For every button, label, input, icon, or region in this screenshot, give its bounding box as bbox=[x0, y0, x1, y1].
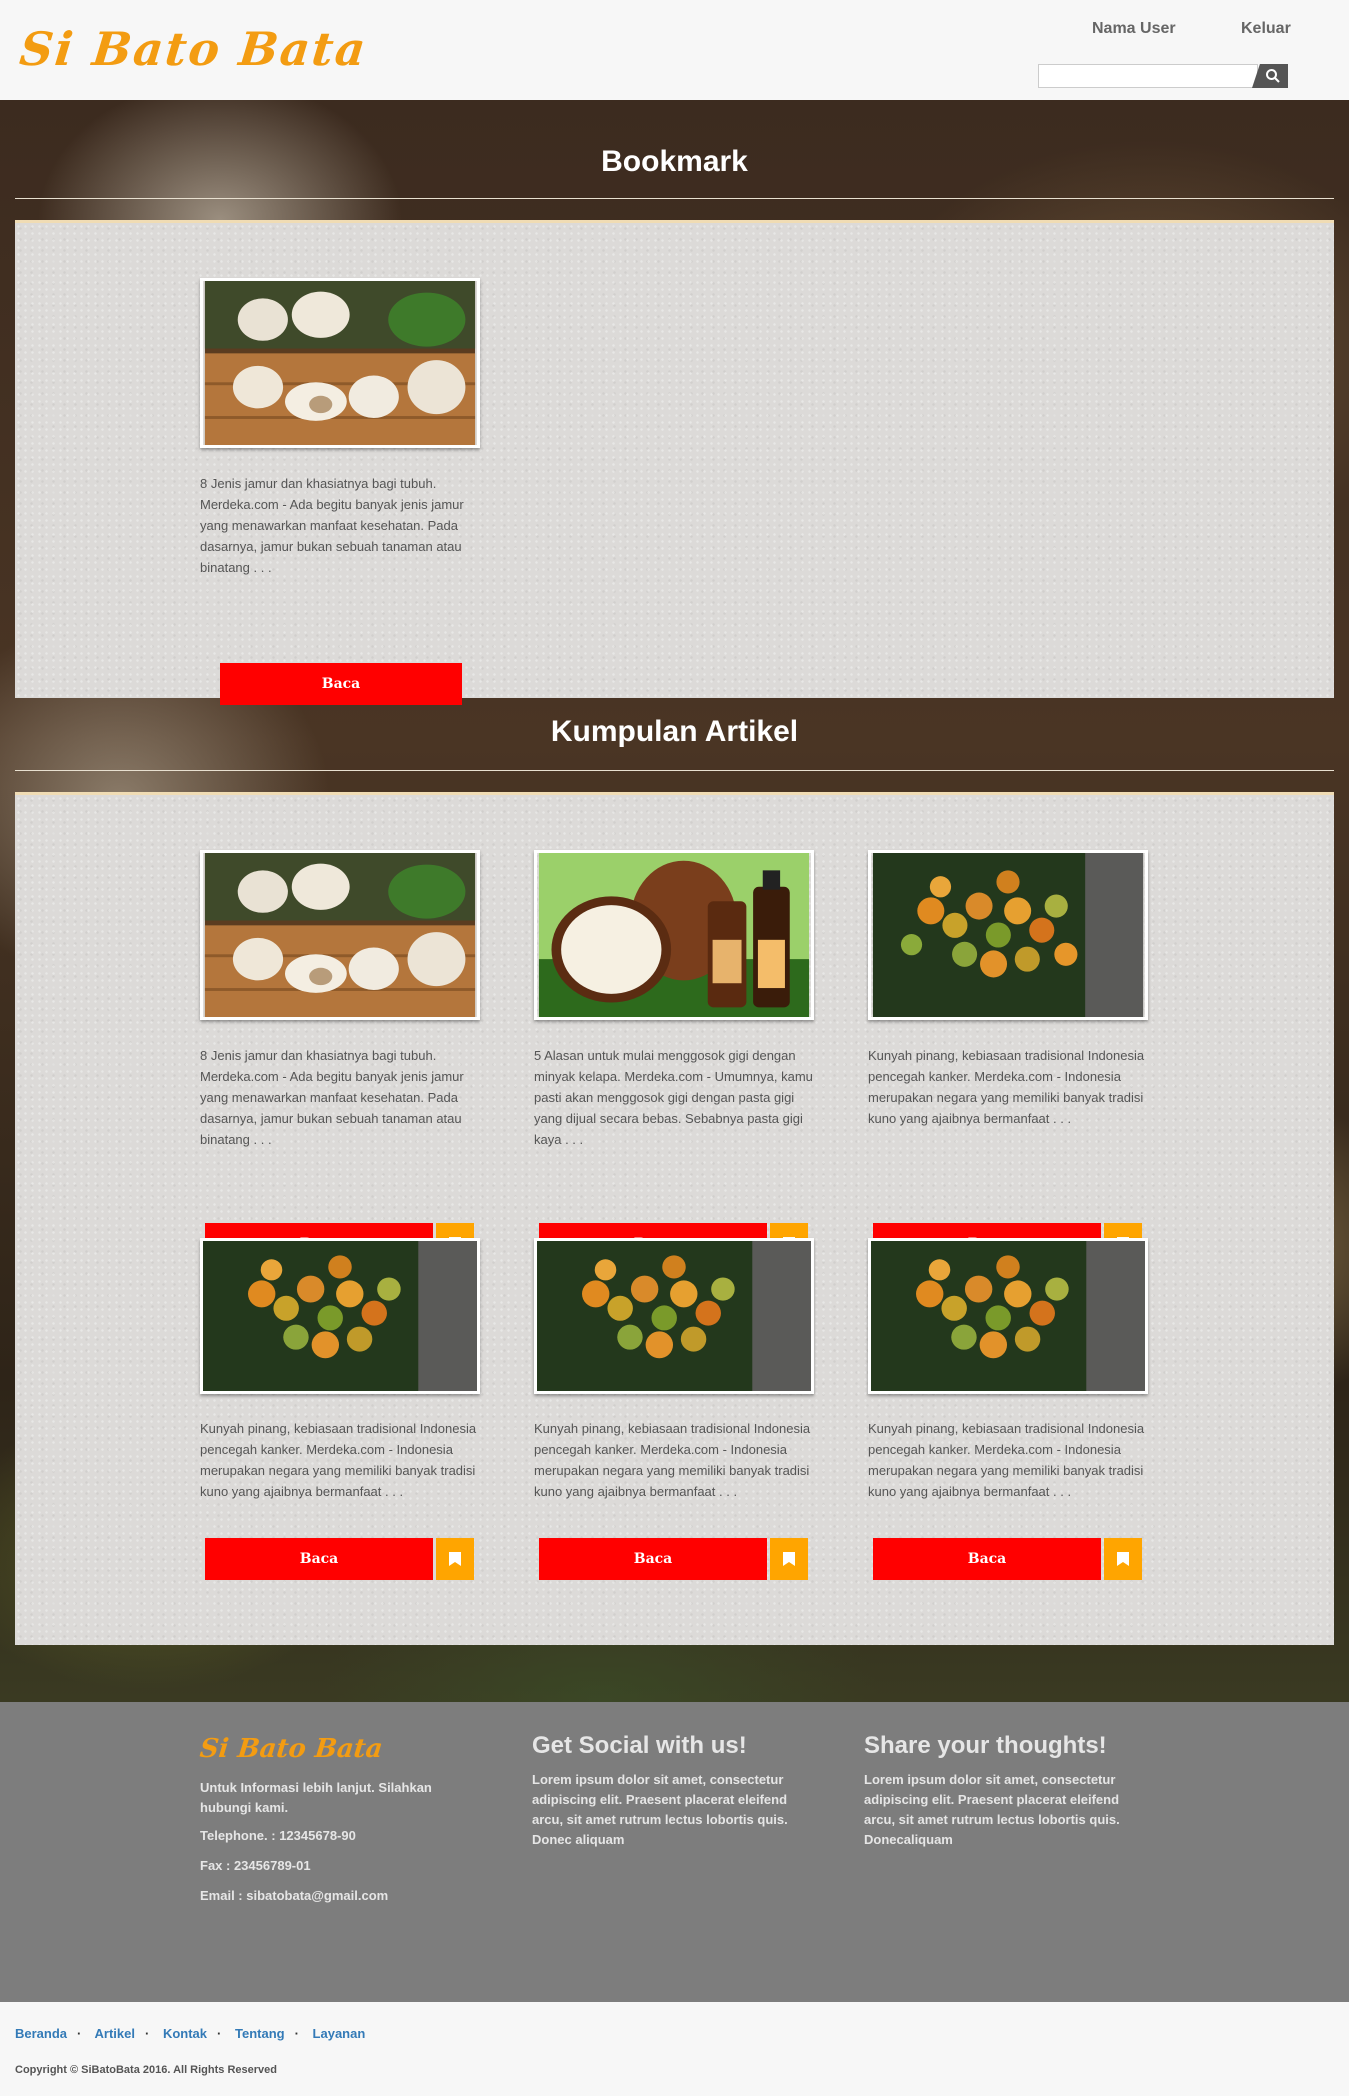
bookmark-icon bbox=[783, 1552, 795, 1566]
bookmark-button[interactable] bbox=[1104, 1538, 1142, 1580]
article-text: Kunyah pinang, kebiasaan tradisional Ind… bbox=[868, 1421, 1145, 1499]
mushrooms-image bbox=[204, 853, 476, 1017]
article-text: Kunyah pinang, kebiasaan tradisional Ind… bbox=[200, 1421, 477, 1499]
bookmark-button[interactable] bbox=[436, 1538, 474, 1580]
footer: Si Bato Bata Untuk Informasi lebih lanju… bbox=[0, 1702, 1349, 2002]
nav-link-tentang[interactable]: Tentang bbox=[235, 2026, 285, 2041]
read-button[interactable]: Baca bbox=[220, 663, 462, 705]
article-image-coconut-oil[interactable] bbox=[534, 850, 814, 1020]
read-button[interactable]: Baca bbox=[205, 1538, 433, 1580]
separator: · bbox=[144, 2026, 150, 2041]
social-title: Get Social with us! bbox=[532, 1732, 747, 1759]
separator: · bbox=[294, 2026, 299, 2041]
footer-email: Email : sibatobata@gmail.com bbox=[200, 1888, 389, 1903]
nav-link-layanan[interactable]: Layanan bbox=[313, 2026, 366, 2041]
search-input[interactable] bbox=[1038, 64, 1258, 88]
nav-link-artikel[interactable]: Artikel bbox=[95, 2026, 135, 2041]
footer-telephone: Telephone. : 12345678-90 bbox=[200, 1828, 356, 1843]
areca-nut-image bbox=[871, 1241, 1145, 1391]
article-image-areca-nut[interactable] bbox=[868, 1238, 1148, 1394]
share-title: Share your thoughts! bbox=[864, 1732, 1107, 1759]
article-image-areca-nut[interactable] bbox=[868, 850, 1148, 1020]
bookmark-card-text: 8 Jenis jamur dan khasiatnya bagi tubuh.… bbox=[200, 476, 464, 575]
footer-fax: Fax : 23456789-01 bbox=[200, 1858, 311, 1873]
article-image-mushrooms[interactable] bbox=[200, 278, 480, 448]
separator: · bbox=[217, 2026, 222, 2041]
article-text: Kunyah pinang, kebiasaan tradisional Ind… bbox=[868, 1048, 1145, 1126]
nav-link-kontak[interactable]: Kontak bbox=[163, 2026, 207, 2041]
article-text: Kunyah pinang, kebiasaan tradisional Ind… bbox=[534, 1421, 811, 1499]
site-logo[interactable]: Si Bato Bata bbox=[17, 22, 370, 76]
article-image-areca-nut[interactable] bbox=[534, 1238, 814, 1394]
read-button[interactable]: Baca bbox=[873, 1538, 1101, 1580]
nav-link-beranda[interactable]: Beranda bbox=[15, 2026, 67, 2041]
section-divider bbox=[15, 198, 1334, 199]
bookmark-panel: 8 Jenis jamur dan khasiatnya bagi tubuh.… bbox=[15, 220, 1334, 705]
search-bar bbox=[1038, 64, 1288, 88]
bookmark-icon bbox=[449, 1552, 461, 1566]
bottom-nav: Beranda · Artikel · Kontak · Tentang · Layan… bbox=[15, 2026, 375, 2041]
search-icon bbox=[1266, 69, 1280, 83]
bookmark-button[interactable] bbox=[770, 1538, 808, 1580]
article-image-areca-nut[interactable] bbox=[200, 1238, 480, 1394]
section-divider bbox=[15, 770, 1334, 771]
bookmark-title: Bookmark bbox=[601, 145, 748, 178]
bottom-bar: Beranda · Artikel · Kontak · Tentang · Layan… bbox=[0, 2002, 1349, 2096]
footer-info: Untuk Informasi lebih lanjut. Silahkan h… bbox=[200, 1780, 432, 1815]
coconut-oil-image bbox=[538, 853, 810, 1017]
areca-nut-image bbox=[203, 1241, 477, 1391]
articles-panel: 8 Jenis jamur dan khasiatnya bagi tubuh.… bbox=[15, 792, 1334, 1645]
separator: · bbox=[77, 2026, 82, 2041]
share-text: Lorem ipsum dolor sit amet, consectetur … bbox=[864, 1772, 1120, 1847]
nav-user-link[interactable]: Nama User bbox=[1092, 20, 1176, 38]
mushrooms-image bbox=[204, 281, 476, 445]
copyright: Copyright © SiBatoBata 2016. All Rights … bbox=[15, 2064, 277, 2076]
bookmark-icon bbox=[1117, 1552, 1129, 1566]
social-text: Lorem ipsum dolor sit amet, consectetur … bbox=[532, 1772, 788, 1847]
areca-nut-image bbox=[537, 1241, 811, 1391]
header: Si Bato Bata Nama User Keluar bbox=[0, 0, 1349, 100]
article-text: 8 Jenis jamur dan khasiatnya bagi tubuh.… bbox=[200, 1048, 464, 1147]
article-text: 5 Alasan untuk mulai menggosok gigi deng… bbox=[534, 1048, 813, 1147]
articles-title: Kumpulan Artikel bbox=[550, 715, 799, 748]
read-button[interactable]: Baca bbox=[539, 1538, 767, 1580]
areca-nut-image bbox=[872, 853, 1144, 1017]
article-image-mushrooms[interactable] bbox=[200, 850, 480, 1020]
footer-logo: Si Bato Bata bbox=[198, 1734, 385, 1764]
nav-logout-link[interactable]: Keluar bbox=[1241, 20, 1291, 38]
